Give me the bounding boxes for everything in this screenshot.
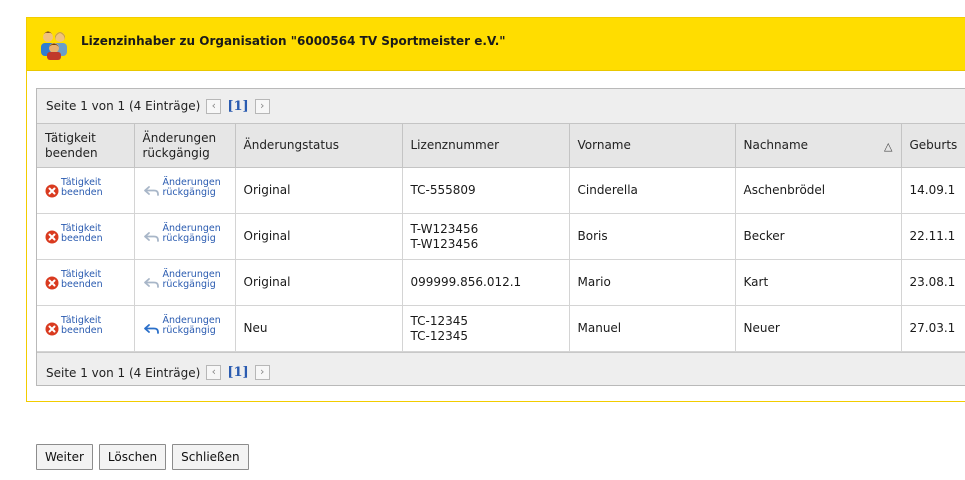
license-holders-table: Tätigkeit beenden Änderungen rückgängig …	[37, 123, 965, 352]
pager-text: Seite 1 von 1 (4 Einträge)	[46, 99, 201, 113]
remove-icon	[45, 276, 59, 289]
column-header-end-activity: Tätigkeit beenden	[37, 123, 135, 168]
cell-undo-changes: Änderungen rückgängig	[133, 259, 236, 306]
cell-status: Original	[234, 259, 403, 306]
column-header-lastname[interactable]: Nachname △	[734, 123, 902, 168]
cell-firstname: Cinderella	[568, 167, 736, 214]
table-row[interactable]: Tätigkeit beenden Änderungen rückgängig Or…	[37, 259, 965, 306]
cell-birthdate: 22.11.1	[900, 213, 965, 260]
end-activity-link[interactable]: Tätigkeit beenden	[45, 177, 126, 198]
table-row[interactable]: Tätigkeit beenden Änderungen rückgängig Or…	[37, 167, 965, 214]
cell-lastname: Aschenbrödel	[734, 167, 902, 214]
next-button[interactable]: Weiter	[36, 444, 93, 470]
license-number-secondary: TC-12345	[410, 328, 469, 343]
license-number: TC-12345	[410, 313, 469, 328]
cell-status: Original	[234, 213, 403, 260]
cell-undo-changes: Änderungen rückgängig	[133, 305, 236, 352]
end-activity-link[interactable]: Tätigkeit beenden	[45, 269, 126, 290]
undo-changes-label: Änderungen rückgängig	[162, 222, 221, 244]
cell-end-activity: Tätigkeit beenden	[37, 259, 135, 306]
cell-lastname: Becker	[734, 213, 902, 260]
undo-changes-label: Änderungen rückgängig	[162, 314, 221, 336]
cell-firstname: Mario	[568, 259, 736, 306]
pager-next-button[interactable]: ›	[254, 365, 270, 380]
license-number: TC-555809	[410, 183, 476, 197]
undo-changes-label: Änderungen rückgängig	[162, 176, 221, 198]
license-number: 099999.856.012.1	[410, 275, 522, 289]
pager-current-page[interactable]: [1]	[227, 99, 248, 114]
action-buttons: Weiter Löschen Schließen	[36, 444, 249, 470]
column-header-license-number[interactable]: Lizenznummer	[401, 123, 570, 168]
undo-arrow-icon	[143, 277, 159, 288]
sort-ascending-icon: △	[884, 140, 893, 153]
end-activity-label: Tätigkeit beenden	[61, 314, 103, 336]
column-header-firstname[interactable]: Vorname	[568, 123, 736, 168]
cell-birthdate: 14.09.1	[900, 167, 965, 214]
cell-status: Neu	[234, 305, 403, 352]
table-row[interactable]: Tätigkeit beenden Änderungen rückgängig Ne…	[37, 305, 965, 352]
undo-changes-link[interactable]: Änderungen rückgängig	[143, 223, 227, 244]
column-header-status[interactable]: Änderungstatus	[234, 123, 403, 168]
table-row[interactable]: Tätigkeit beenden Änderungen rückgängig Or…	[37, 213, 965, 260]
cell-end-activity: Tätigkeit beenden	[37, 167, 135, 214]
undo-changes-label: Änderungen rückgängig	[162, 268, 221, 290]
pager-current-page[interactable]: [1]	[227, 365, 248, 380]
cell-birthdate: 27.03.1	[900, 305, 965, 352]
undo-arrow-icon	[143, 231, 159, 242]
remove-icon	[45, 184, 59, 197]
license-number: T-W123456	[410, 221, 479, 236]
pager-next-button[interactable]: ›	[254, 98, 270, 114]
cell-lastname: Kart	[734, 259, 902, 306]
end-activity-label: Tätigkeit beenden	[61, 222, 103, 244]
cell-license-number: TC-555809	[401, 167, 570, 214]
column-header-birthdate[interactable]: Geburts	[900, 123, 965, 168]
panel-header: Lizenzinhaber zu Organisation "6000564 T…	[27, 18, 965, 71]
cell-firstname: Manuel	[568, 305, 736, 352]
cell-undo-changes: Änderungen rückgängig	[133, 167, 236, 214]
pager-prev-button[interactable]: ‹	[206, 98, 222, 114]
pager-text: Seite 1 von 1 (4 Einträge)	[46, 365, 201, 380]
cell-status: Original	[234, 167, 403, 214]
license-holders-grid: Seite 1 von 1 (4 Einträge) ‹ [1] › Tätig…	[36, 88, 965, 386]
delete-button[interactable]: Löschen	[98, 444, 167, 470]
license-holders-panel: Lizenzinhaber zu Organisation "6000564 T…	[26, 17, 965, 402]
remove-icon	[45, 322, 59, 335]
column-header-undo-changes: Änderungen rückgängig	[133, 123, 236, 168]
close-button[interactable]: Schließen	[172, 444, 249, 470]
cell-license-number: 099999.856.012.1	[401, 259, 570, 306]
pager-bottom: Seite 1 von 1 (4 Einträge) ‹ [1] ›	[37, 352, 965, 385]
cell-end-activity: Tätigkeit beenden	[37, 305, 135, 352]
undo-changes-link[interactable]: Änderungen rückgängig	[143, 177, 227, 198]
cell-birthdate: 23.08.1	[900, 259, 965, 306]
pager-top: Seite 1 von 1 (4 Einträge) ‹ [1] ›	[37, 89, 965, 123]
remove-icon	[45, 230, 59, 243]
cell-license-number: TC-12345 TC-12345	[401, 305, 570, 352]
end-activity-link[interactable]: Tätigkeit beenden	[45, 315, 126, 336]
cell-license-number: T-W123456 T-W123456	[401, 213, 570, 260]
undo-changes-link[interactable]: Änderungen rückgängig	[143, 269, 227, 290]
end-activity-label: Tätigkeit beenden	[61, 268, 103, 290]
cell-lastname: Neuer	[734, 305, 902, 352]
pager-prev-button[interactable]: ‹	[206, 365, 222, 380]
panel-title: Lizenzinhaber zu Organisation "6000564 T…	[81, 34, 506, 48]
cell-firstname: Boris	[568, 213, 736, 260]
end-activity-label: Tätigkeit beenden	[61, 176, 103, 198]
undo-arrow-icon	[143, 185, 159, 196]
people-group-icon	[41, 31, 67, 60]
cell-end-activity: Tätigkeit beenden	[37, 213, 135, 260]
license-number-secondary: T-W123456	[410, 236, 479, 251]
undo-changes-link[interactable]: Änderungen rückgängig	[143, 315, 227, 336]
undo-arrow-icon	[143, 323, 159, 334]
table-header-row: Tätigkeit beenden Änderungen rückgängig …	[37, 123, 965, 168]
cell-undo-changes: Änderungen rückgängig	[133, 213, 236, 260]
end-activity-link[interactable]: Tätigkeit beenden	[45, 223, 126, 244]
